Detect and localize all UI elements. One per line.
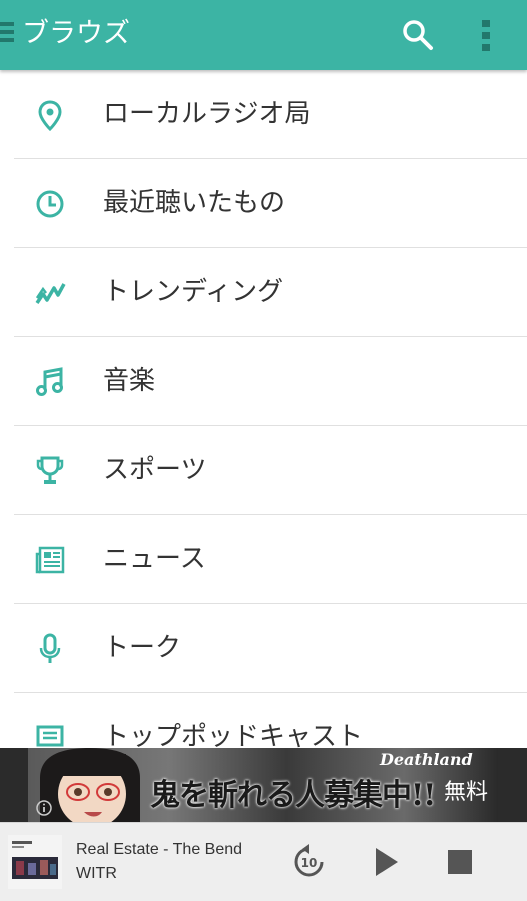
newspaper-icon bbox=[35, 546, 65, 574]
ad-brand: Deathland bbox=[380, 750, 473, 769]
rewind-10-icon[interactable]: 10 bbox=[290, 843, 328, 881]
list-item-talk[interactable]: トーク bbox=[0, 604, 527, 693]
ad-headline: 鬼を斬れる人募集中!! bbox=[150, 778, 436, 813]
track-title: Real Estate - The Bend bbox=[76, 841, 243, 858]
drawer-icon[interactable] bbox=[0, 22, 14, 46]
ad-banner[interactable]: 鬼を斬れる人募集中!! Deathland 無料 bbox=[0, 748, 527, 822]
list-item-label: トレンディング bbox=[103, 277, 284, 307]
list-item-label: 音楽 bbox=[103, 366, 156, 396]
list-item-recent[interactable]: 最近聴いたもの bbox=[0, 159, 527, 248]
music-note-icon bbox=[36, 367, 63, 396]
list-item-label: スポーツ bbox=[103, 455, 207, 485]
list-item-label: ニュース bbox=[103, 544, 206, 574]
stop-icon[interactable] bbox=[446, 848, 474, 876]
list-item-label: ローカルラジオ局 bbox=[103, 99, 311, 129]
trophy-icon bbox=[36, 456, 64, 484]
search-icon[interactable] bbox=[400, 17, 436, 53]
album-art bbox=[8, 835, 62, 889]
clock-icon bbox=[36, 190, 64, 218]
more-vert-icon[interactable] bbox=[476, 18, 496, 52]
list-item-news[interactable]: ニュース bbox=[0, 515, 527, 604]
rewind-seconds-label: 10 bbox=[301, 856, 318, 870]
microphone-icon bbox=[39, 633, 61, 663]
list-item-sports[interactable]: スポーツ bbox=[0, 426, 527, 515]
location-pin-icon bbox=[38, 100, 62, 131]
now-playing-bar[interactable]: Real Estate - The Bend WITR 10 bbox=[0, 822, 527, 901]
list-item-music[interactable]: 音楽 bbox=[0, 337, 527, 426]
list-item-label: トーク bbox=[103, 633, 182, 663]
ad-badge: 無料 bbox=[444, 780, 489, 805]
trending-icon bbox=[35, 283, 66, 304]
list-item-label: 最近聴いたもの bbox=[103, 188, 286, 218]
browse-list: ローカルラジオ局 最近聴いたもの トレンディング 音楽 スポーツ ニュース トー… bbox=[0, 70, 527, 748]
app-bar: ブラウズ bbox=[0, 0, 527, 70]
station-name: WITR bbox=[76, 865, 117, 882]
podcast-icon bbox=[36, 725, 64, 747]
list-item-trending[interactable]: トレンディング bbox=[0, 248, 527, 337]
list-item-label: トップポッドキャスト bbox=[103, 722, 364, 748]
page-title: ブラウズ bbox=[22, 18, 130, 49]
play-icon[interactable] bbox=[370, 845, 402, 879]
list-item-top-podcasts[interactable]: トップポッドキャスト bbox=[0, 693, 527, 748]
list-item-local-radio[interactable]: ローカルラジオ局 bbox=[0, 70, 527, 159]
info-icon[interactable] bbox=[36, 800, 52, 816]
